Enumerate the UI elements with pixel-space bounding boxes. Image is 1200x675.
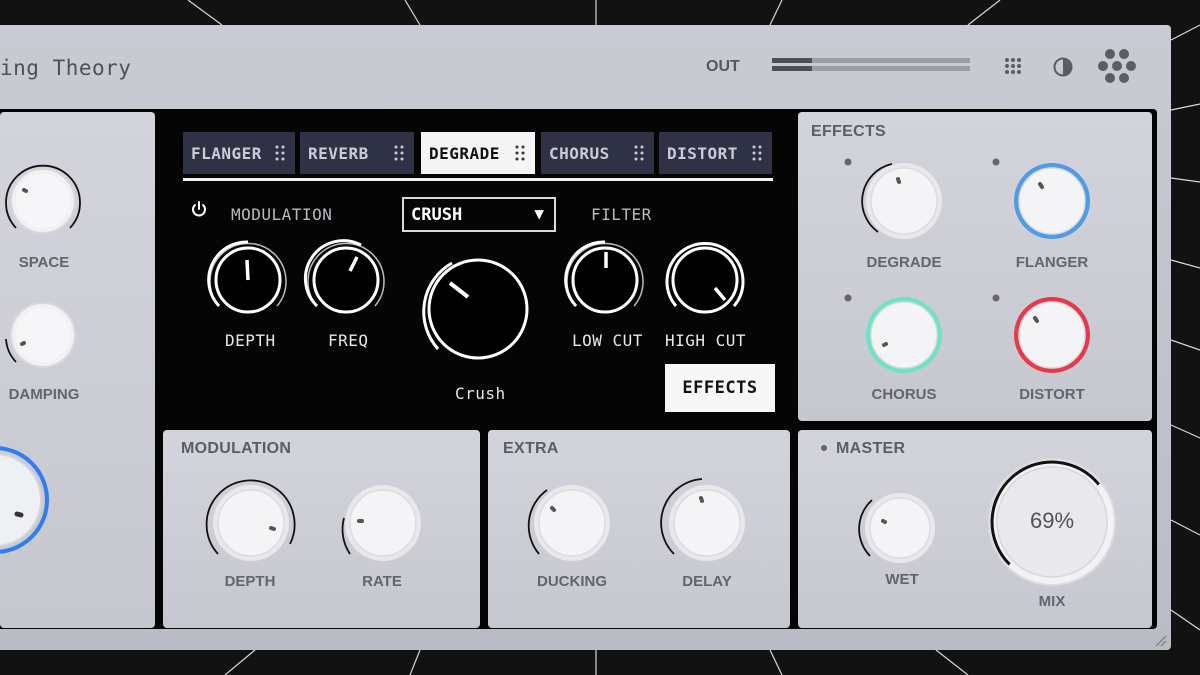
tab-distort-label: DISTORT (667, 143, 738, 163)
tab-degrade[interactable]: DEGRADE (421, 132, 535, 174)
degrade-modulation-label: MODULATION (231, 205, 333, 224)
out-label: OUT (706, 58, 740, 75)
dropdown-arrow-icon: ▼ (534, 204, 544, 223)
wet-knob[interactable] (858, 488, 940, 568)
tab-underline (183, 178, 773, 181)
distort-effect-knob[interactable] (988, 288, 1092, 384)
tab-reverb-label: REVERB (308, 143, 369, 163)
space-knob[interactable] (2, 160, 84, 242)
effects-button[interactable]: EFFECTS (665, 364, 775, 412)
modulation-depth-knob[interactable] (205, 478, 296, 568)
logo-hex-icon (1098, 49, 1136, 83)
high-cut-label: HIGH CUT (665, 331, 747, 350)
crush-label: Crush (455, 384, 506, 403)
filter-label: FILTER (591, 205, 652, 224)
tab-flanger-label: FLANGER (191, 143, 262, 163)
tab-reverb[interactable]: REVERB (300, 132, 414, 174)
plugin-header: ing Theory OUT (0, 25, 1171, 109)
mix-value: 69% (1029, 508, 1075, 533)
low-cut-knob[interactable] (564, 240, 645, 320)
master-dot-icon (821, 445, 827, 451)
rate-label: RATE (362, 573, 402, 590)
ducking-knob[interactable] (527, 478, 617, 568)
drag-handle-icon[interactable] (515, 145, 525, 161)
depth-knob[interactable] (207, 240, 288, 320)
extra-card-title: EXTRA (503, 440, 559, 457)
space-label: SPACE (18, 254, 70, 271)
flanger-effect-label: FLANGER (1015, 254, 1089, 271)
distort-effect-label: DISTORT (1019, 386, 1085, 403)
tab-chorus-label: CHORUS (549, 143, 610, 163)
damping-knob[interactable] (2, 294, 84, 376)
degrade-effect-knob[interactable] (840, 154, 944, 250)
chorus-effect-knob[interactable] (840, 288, 944, 384)
contrast-icon[interactable] (1051, 55, 1075, 79)
tab-degrade-label: DEGRADE (429, 143, 500, 163)
meter-bar-right (772, 66, 970, 71)
crush-knob[interactable] (422, 253, 534, 365)
delay-knob[interactable] (660, 478, 752, 568)
wet-label: WET (885, 571, 919, 588)
plugin-title: ing Theory (0, 56, 132, 80)
flanger-effect-knob[interactable] (988, 154, 1092, 250)
drag-handle-icon[interactable] (394, 145, 404, 161)
power-icon[interactable] (190, 200, 208, 218)
modulation-card-title: MODULATION (181, 440, 292, 457)
resize-handle-icon[interactable] (1152, 632, 1168, 648)
drag-handle-icon[interactable] (634, 145, 644, 161)
chorus-effect-label: CHORUS (871, 386, 937, 403)
mix-label: MIX (1038, 593, 1066, 610)
tab-chorus[interactable]: CHORUS (541, 132, 654, 174)
damping-label: DAMPING (8, 386, 80, 403)
reverb-mix-knob[interactable] (0, 440, 50, 560)
meter-bar-left (772, 58, 970, 63)
mode-select[interactable]: CRUSH ▼ (402, 197, 556, 232)
freq-label: FREQ (328, 331, 369, 350)
modulation-depth-label: DEPTH (224, 573, 276, 590)
master-card-title: MASTER (836, 440, 906, 457)
mode-select-value: CRUSH (411, 205, 463, 225)
effects-card-title: EFFECTS (811, 123, 886, 140)
delay-label: DELAY (682, 573, 732, 590)
rate-knob[interactable] (338, 478, 428, 568)
depth-label: DEPTH (225, 331, 276, 350)
grid-icon[interactable] (1002, 55, 1026, 79)
freq-knob[interactable] (303, 239, 386, 320)
output-meter (772, 58, 970, 74)
low-cut-label: LOW CUT (572, 331, 643, 350)
tab-distort[interactable]: DISTORT (659, 132, 772, 174)
ducking-label: DUCKING (537, 573, 607, 590)
degrade-effect-label: DEGRADE (866, 254, 942, 271)
drag-handle-icon[interactable] (275, 145, 285, 161)
drag-handle-icon[interactable] (752, 145, 762, 161)
high-cut-knob[interactable] (665, 240, 745, 320)
tab-flanger[interactable]: FLANGER (183, 132, 295, 174)
